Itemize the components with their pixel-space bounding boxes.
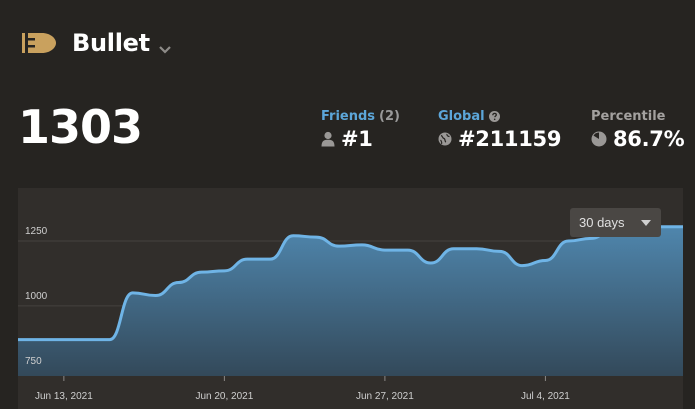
percentile-label: Percentile bbox=[591, 108, 666, 124]
data-point[interactable] bbox=[176, 280, 182, 286]
friends-label[interactable]: Friends bbox=[321, 109, 375, 124]
current-rating: 1303 bbox=[18, 100, 143, 154]
y-tick-label: 1250 bbox=[25, 225, 48, 237]
data-point[interactable] bbox=[198, 269, 204, 275]
data-point[interactable] bbox=[84, 337, 90, 343]
chevron-down-icon[interactable] bbox=[158, 40, 172, 54]
data-point[interactable] bbox=[290, 233, 296, 239]
rating-chart[interactable]: 30 days 750 1000 1250 Jun 13, 2021 Jun 20, 2… bbox=[18, 188, 683, 409]
global-label[interactable]: Global bbox=[438, 109, 485, 124]
bullet-icon bbox=[22, 32, 58, 54]
page-title[interactable]: Bullet bbox=[72, 29, 150, 57]
header[interactable]: Bullet bbox=[22, 28, 172, 58]
question-icon[interactable] bbox=[488, 110, 500, 122]
range-selector[interactable]: 30 days bbox=[570, 208, 661, 237]
person-icon bbox=[321, 131, 335, 147]
data-point[interactable] bbox=[267, 256, 273, 262]
data-point[interactable] bbox=[38, 337, 44, 343]
data-point[interactable] bbox=[519, 263, 525, 269]
percentile-stat: Percentile 86.7% bbox=[591, 107, 685, 152]
data-point[interactable] bbox=[244, 256, 250, 262]
data-point[interactable] bbox=[497, 248, 503, 254]
y-tick-label: 1000 bbox=[25, 290, 48, 302]
data-point[interactable] bbox=[382, 247, 388, 253]
data-point[interactable] bbox=[61, 337, 67, 343]
globe-icon bbox=[438, 132, 452, 146]
data-point[interactable] bbox=[336, 243, 342, 249]
data-point[interactable] bbox=[428, 260, 434, 266]
range-selector-label: 30 days bbox=[579, 215, 625, 230]
percentile-value: 86.7% bbox=[613, 127, 685, 151]
data-point[interactable] bbox=[474, 246, 480, 252]
data-point[interactable] bbox=[359, 242, 365, 248]
data-point[interactable] bbox=[451, 246, 457, 252]
data-point[interactable] bbox=[313, 234, 319, 240]
data-point[interactable] bbox=[542, 257, 548, 263]
chevron-down-icon bbox=[641, 220, 651, 226]
pie-icon bbox=[591, 131, 607, 147]
friends-rank: #1 bbox=[341, 127, 373, 151]
global-stat: Global #211159 bbox=[438, 107, 562, 152]
friends-stat: Friends (2) #1 bbox=[321, 107, 400, 152]
data-point[interactable] bbox=[107, 337, 113, 343]
x-tick-label: Jun 27, 2021 bbox=[355, 391, 414, 402]
y-tick-label: 750 bbox=[25, 355, 42, 367]
friends-count: (2) bbox=[379, 108, 400, 124]
data-point[interactable] bbox=[153, 293, 159, 299]
data-point[interactable] bbox=[565, 238, 571, 244]
global-rank: #211159 bbox=[458, 127, 562, 151]
x-tick-label: Jun 13, 2021 bbox=[34, 391, 93, 402]
x-tick-label: Jun 20, 2021 bbox=[195, 391, 254, 402]
rating-area bbox=[18, 226, 683, 376]
data-point[interactable] bbox=[221, 268, 227, 274]
data-point[interactable] bbox=[130, 290, 136, 296]
x-tick-label: Jul 4, 2021 bbox=[520, 391, 570, 402]
data-point[interactable] bbox=[405, 247, 411, 253]
